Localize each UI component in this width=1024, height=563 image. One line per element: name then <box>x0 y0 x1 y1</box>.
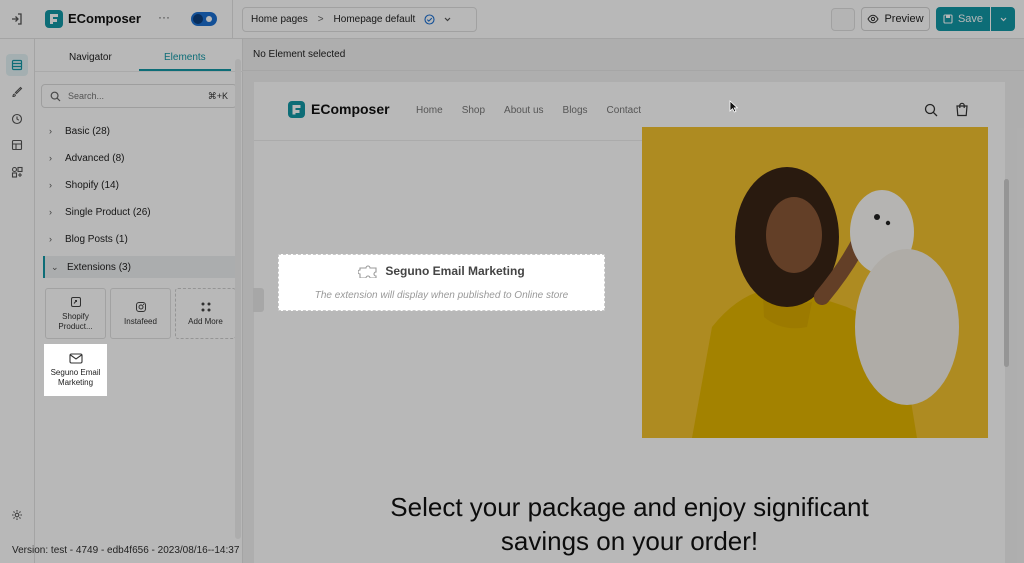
search-box[interactable]: ⌘+K <box>41 84 237 108</box>
search-icon <box>50 91 61 102</box>
nav-about-us[interactable]: About us <box>504 105 543 116</box>
save-options-button[interactable] <box>991 7 1015 31</box>
tile-label-2: Marketing <box>57 377 94 387</box>
ecomposer-logo-icon <box>45 10 63 28</box>
more-menu-icon[interactable]: ··· <box>158 10 170 24</box>
template-icon[interactable] <box>11 139 23 151</box>
top-bar: EComposer ··· Home pages > Homepage defa… <box>0 0 1024 39</box>
tile-instafeed[interactable]: Instafeed <box>110 288 171 339</box>
category-single-product[interactable]: › Single Product (26) <box>43 201 235 223</box>
instagram-icon <box>135 301 147 313</box>
category-label: Single Product (26) <box>65 206 151 218</box>
tab-navigator[interactable]: Navigator <box>69 52 112 63</box>
section-headline: Select your package and enjoy significan… <box>254 490 1005 558</box>
tile-shopify-product[interactable]: Shopify Product... <box>45 288 106 339</box>
collapse-panel-handle[interactable] <box>253 288 264 312</box>
category-label: Shopify (14) <box>65 179 119 191</box>
breadcrumb-separator: > <box>317 14 324 25</box>
save-button[interactable]: Save <box>936 7 990 31</box>
check-circle-icon <box>424 14 435 25</box>
hero-image[interactable] <box>642 127 988 438</box>
category-blog-posts[interactable]: › Blog Posts (1) <box>43 228 235 250</box>
puzzle-icon <box>358 264 382 278</box>
headline-line-2: savings on your order! <box>500 526 759 556</box>
headline-line-1: Select your package and enjoy significan… <box>390 492 869 522</box>
canvas-scrollbar[interactable] <box>1004 179 1009 367</box>
extension-title: Seguno Email Marketing <box>385 264 525 278</box>
status-divider <box>243 70 1024 71</box>
mode-toggle[interactable] <box>191 12 217 26</box>
history-icon[interactable] <box>11 113 23 125</box>
category-label: Advanced (8) <box>65 152 125 164</box>
brand-name: EComposer <box>68 11 141 26</box>
category-label: Blog Posts (1) <box>65 233 128 245</box>
store-nav: Home Shop About us Blogs Contact <box>416 105 660 116</box>
tile-label: Shopify <box>62 311 89 321</box>
store-brand: EComposer <box>311 101 390 117</box>
category-extensions[interactable]: ⌄ Extensions (3) <box>43 256 235 278</box>
tile-label-2: Product... <box>58 321 93 331</box>
panel-scrollbar[interactable] <box>235 59 241 539</box>
search-shortcut: ⌘+K <box>207 90 228 101</box>
device-button[interactable] <box>831 8 855 31</box>
extension-note: The extension will display when publishe… <box>314 290 569 301</box>
cart-icon[interactable] <box>955 102 969 117</box>
save-icon <box>943 14 953 24</box>
category-label: Extensions (3) <box>67 261 131 273</box>
exit-icon[interactable] <box>10 12 24 26</box>
tile-label: Add More <box>188 316 223 326</box>
tool-rail <box>0 39 35 563</box>
extension-placeholder-highlight[interactable]: Seguno Email Marketing The extension wil… <box>278 254 605 311</box>
preview-label: Preview <box>884 13 924 25</box>
eye-icon <box>867 14 880 24</box>
store-logo-icon <box>288 101 305 118</box>
chevron-down-icon <box>999 15 1008 24</box>
grid-dots-icon <box>200 301 212 313</box>
tile-add-more[interactable]: Add More <box>175 288 236 339</box>
preview-button[interactable]: Preview <box>861 7 930 31</box>
category-advanced[interactable]: › Advanced (8) <box>43 147 235 169</box>
settings-gear-icon[interactable] <box>11 509 23 521</box>
save-label: Save <box>957 13 984 25</box>
mail-icon <box>68 352 83 364</box>
puzzle-square-icon <box>70 296 82 308</box>
version-label: Version: test - 4749 - edb4f656 - 2023/0… <box>12 545 240 556</box>
category-shopify[interactable]: › Shopify (14) <box>43 174 235 196</box>
preview-page[interactable]: EComposer Home Shop About us Blogs Conta… <box>254 82 1005 563</box>
category-label: Basic (28) <box>65 125 111 137</box>
tab-elements[interactable]: Elements <box>164 52 206 63</box>
brush-icon[interactable] <box>11 86 23 98</box>
selection-status: No Element selected <box>253 49 346 60</box>
nav-contact[interactable]: Contact <box>607 105 641 116</box>
apps-icon[interactable] <box>11 166 23 178</box>
nav-home[interactable]: Home <box>416 105 443 116</box>
divider <box>232 0 233 39</box>
chevron-down-icon[interactable] <box>443 15 452 24</box>
tile-label: Instafeed <box>124 316 157 326</box>
dragged-tile-seguno[interactable]: Seguno Email Marketing <box>44 344 107 396</box>
nav-shop[interactable]: Shop <box>462 105 485 116</box>
search-icon[interactable] <box>924 103 938 117</box>
elements-panel: Navigator Elements ⌘+K ›Basic (28) ›Adva… <box>35 39 243 563</box>
category-basic[interactable]: › Basic (28) <box>43 120 235 142</box>
tab-divider <box>35 71 243 72</box>
breadcrumb-page[interactable]: Home pages <box>251 14 308 25</box>
mouse-cursor-icon <box>729 100 738 113</box>
header-divider <box>254 140 642 141</box>
nav-blogs[interactable]: Blogs <box>563 105 588 116</box>
page-selector[interactable]: Home pages > Homepage default <box>242 7 477 32</box>
search-input[interactable] <box>68 91 188 101</box>
tile-label: Seguno Email <box>50 367 101 377</box>
layers-icon[interactable] <box>11 59 23 71</box>
breadcrumb-current[interactable]: Homepage default <box>334 14 416 25</box>
